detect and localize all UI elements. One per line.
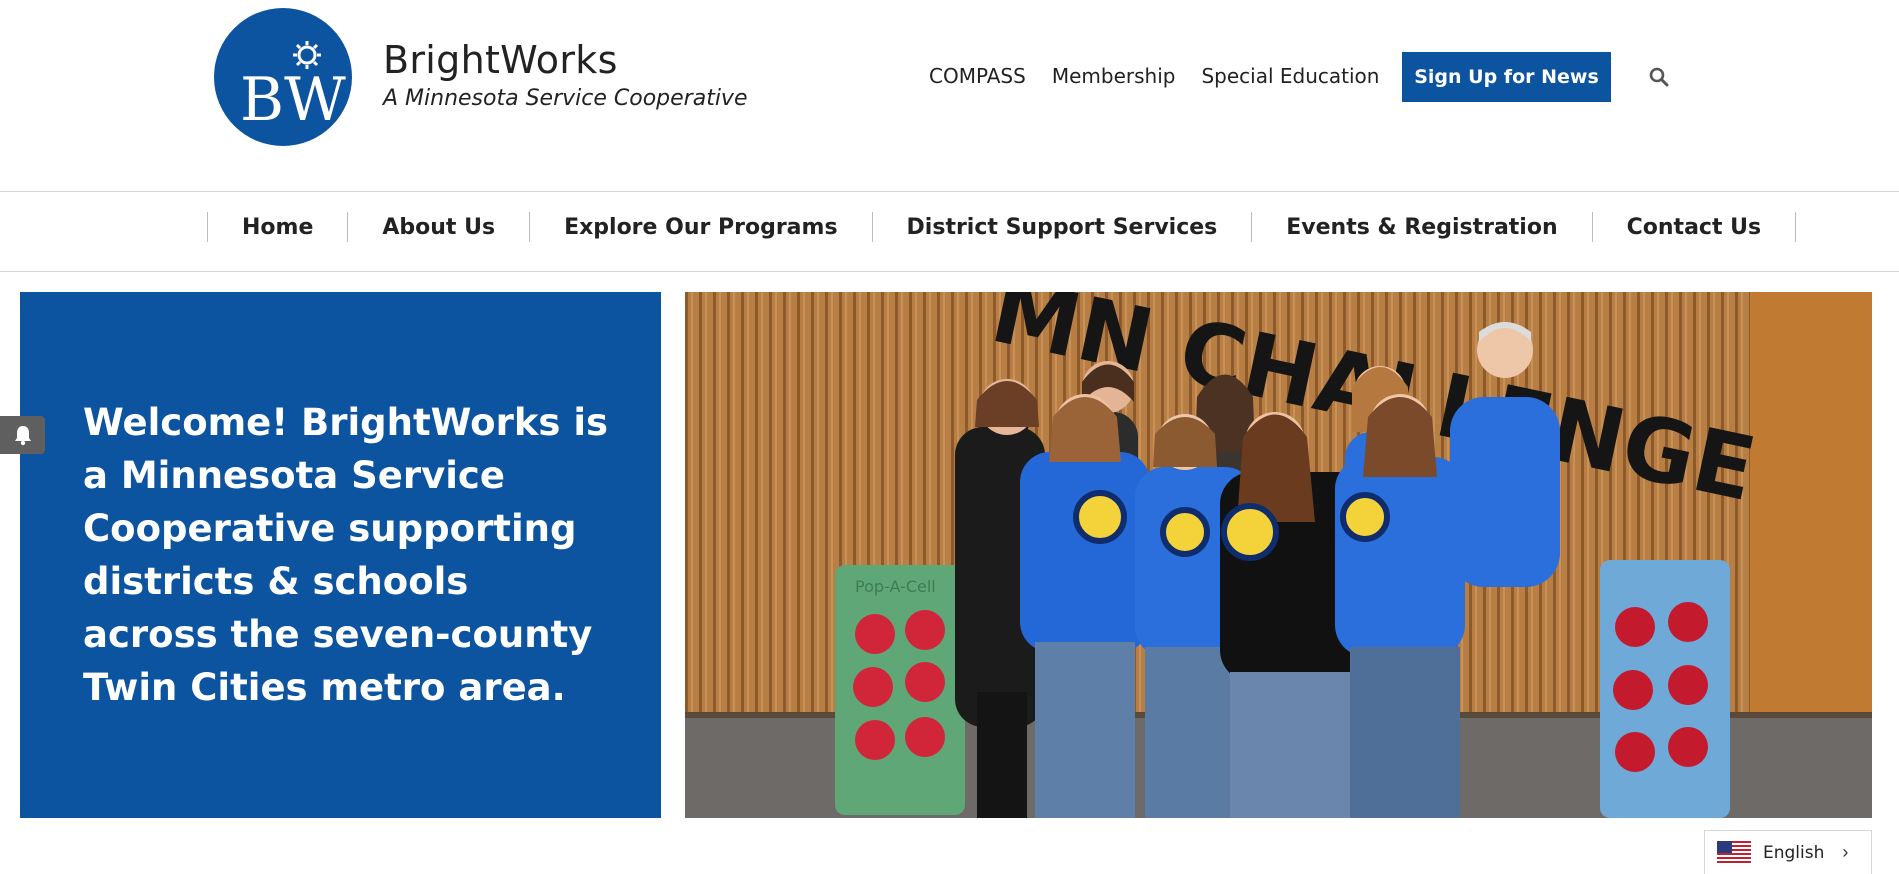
language-selector[interactable]: English ›: [1704, 830, 1872, 874]
hero-group-photo: MN CHALLENGE Pop-A-Cell: [685, 292, 1872, 818]
nav-item-district-support-services[interactable]: District Support Services: [873, 215, 1252, 240]
logo-letters: BW: [240, 65, 346, 135]
utility-nav: COMPASS Membership Special Education: [929, 64, 1405, 88]
sign-up-for-news-button[interactable]: Sign Up for News: [1402, 52, 1611, 102]
nav-item-events-registration[interactable]: Events & Registration: [1252, 215, 1591, 240]
nav-divider-bottom: [0, 271, 1899, 272]
brand-name[interactable]: BrightWorks: [383, 38, 618, 82]
hero-welcome-panel: Welcome! BrightWorks is a Minnesota Serv…: [20, 292, 661, 818]
header-divider: [0, 191, 1899, 192]
nav-divider: [1795, 212, 1797, 242]
pop-a-cell-board-right: [1600, 560, 1730, 818]
search-icon[interactable]: [1648, 66, 1670, 88]
us-flag-icon: [1717, 840, 1751, 865]
hero-welcome-text: Welcome! BrightWorks is a Minnesota Serv…: [83, 401, 609, 709]
notification-bell-button[interactable]: [0, 416, 45, 454]
nav-item-home[interactable]: Home: [208, 215, 347, 240]
top-link-membership[interactable]: Membership: [1052, 64, 1176, 88]
pop-a-cell-board-left: Pop-A-Cell: [835, 565, 965, 815]
chevron-right-icon: ›: [1842, 842, 1849, 862]
brand-tagline: A Minnesota Service Cooperative: [383, 86, 748, 111]
language-label: English: [1763, 842, 1825, 863]
top-link-special-education[interactable]: Special Education: [1201, 64, 1379, 88]
team-photo-illustration: MN CHALLENGE Pop-A-Cell: [685, 292, 1872, 818]
brightworks-logo[interactable]: BW: [214, 8, 352, 146]
top-link-compass[interactable]: COMPASS: [929, 64, 1026, 88]
logo-mark: BW: [240, 41, 346, 135]
nav-item-about-us[interactable]: About Us: [348, 215, 529, 240]
main-navigation: Home About Us Explore Our Programs Distr…: [207, 210, 1797, 244]
nav-item-contact-us[interactable]: Contact Us: [1593, 215, 1795, 240]
nav-item-explore-our-programs[interactable]: Explore Our Programs: [530, 215, 871, 240]
board-label: Pop-A-Cell: [855, 577, 936, 596]
bell-icon: [14, 426, 31, 446]
